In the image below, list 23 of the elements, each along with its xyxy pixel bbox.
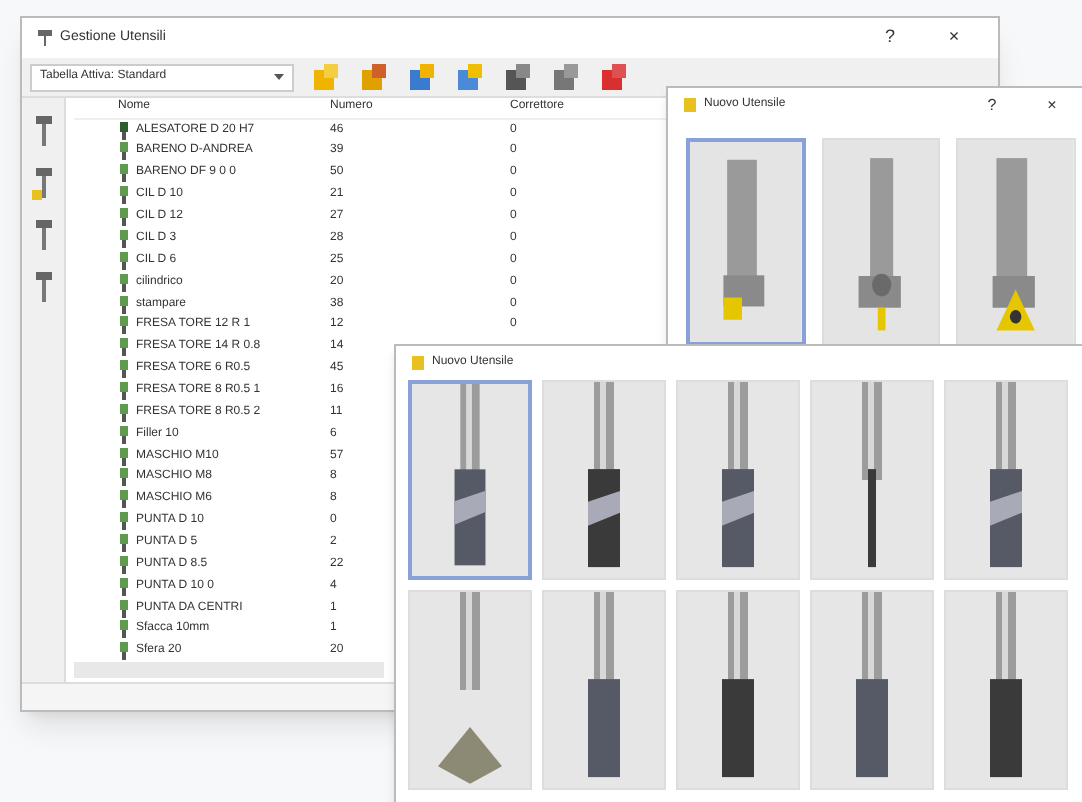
tool-icon — [118, 555, 130, 574]
tool-icon — [118, 425, 130, 444]
app-icon — [412, 356, 424, 370]
tool-icon — [118, 338, 130, 357]
tool-icon — [118, 403, 130, 422]
tool-icon — [118, 273, 130, 292]
close-button[interactable]: × — [926, 24, 982, 52]
tool-icon — [118, 251, 130, 270]
tool-icon — [118, 164, 130, 183]
tool-icon — [118, 490, 130, 509]
tool-icon — [118, 642, 130, 661]
tool-icon — [118, 186, 130, 205]
horizontal-scrollbar[interactable] — [74, 662, 384, 678]
tool-icon — [118, 577, 130, 596]
tool-icon — [118, 316, 130, 335]
help-button[interactable]: ? — [862, 24, 918, 52]
caret-icon — [274, 74, 284, 80]
help-button[interactable]: ? — [966, 93, 1018, 117]
app-icon — [684, 98, 696, 112]
cutter-icon[interactable] — [29, 166, 57, 202]
tool-icon — [118, 295, 130, 313]
close-button[interactable]: × — [1026, 93, 1078, 117]
app-icon — [38, 30, 52, 46]
